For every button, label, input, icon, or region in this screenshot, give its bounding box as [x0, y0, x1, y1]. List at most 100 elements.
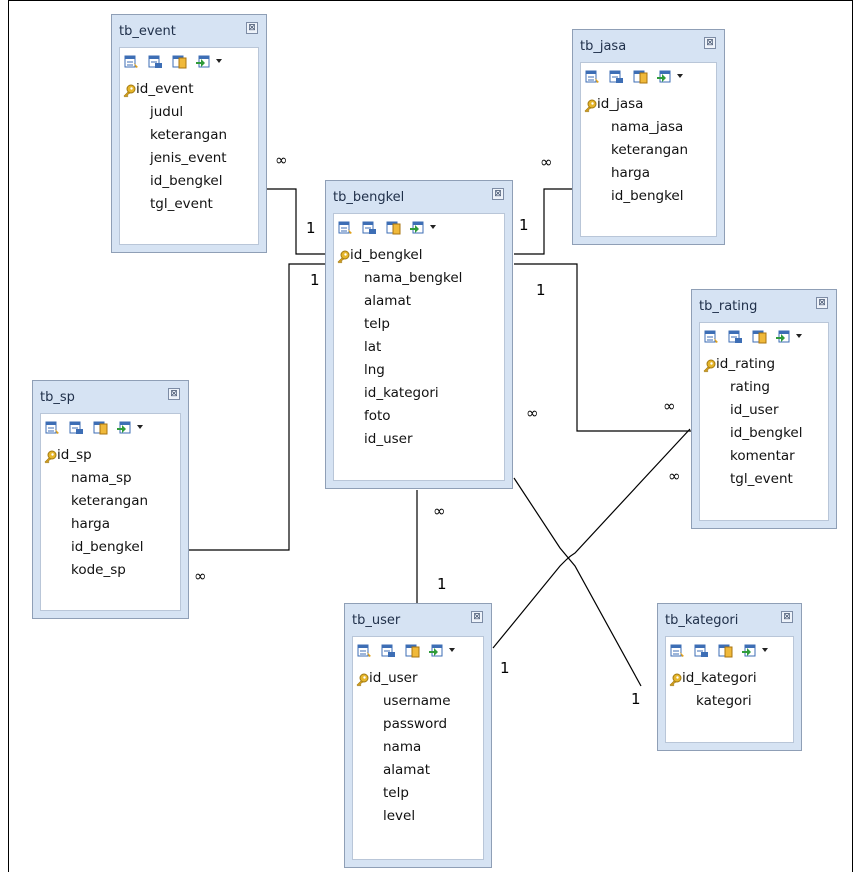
chevron-down-icon[interactable] — [677, 74, 683, 78]
table-tb-user[interactable]: tb_user ⊠ id_user username password nama alama… — [344, 603, 492, 868]
table-title: tb_jasa — [580, 39, 627, 54]
chevron-down-icon[interactable] — [762, 648, 768, 652]
chevron-down-icon[interactable] — [796, 334, 802, 338]
field-row[interactable]: id_bengkel — [581, 185, 716, 208]
field-row[interactable]: keterangan — [41, 490, 180, 513]
index-icon[interactable] — [386, 220, 401, 235]
field-row[interactable]: kategori — [666, 690, 793, 713]
card-sp-many: ∞ — [194, 567, 207, 585]
add-field-icon[interactable] — [704, 329, 719, 343]
close-icon[interactable]: ⊠ — [168, 388, 180, 400]
field-row[interactable]: tgl_event — [120, 193, 258, 216]
field-row[interactable]: id_user — [700, 399, 828, 422]
table-tb-sp[interactable]: tb_sp ⊠ id_sp nama_sp keterangan harga id_beng… — [32, 380, 189, 619]
export-icon[interactable] — [117, 420, 132, 434]
primary-key-field[interactable]: id_sp — [41, 444, 180, 467]
field-row[interactable]: kode_sp — [41, 559, 180, 582]
field-row[interactable]: keterangan — [120, 124, 258, 147]
index-icon[interactable] — [93, 420, 108, 435]
table-tb-jasa[interactable]: tb_jasa ⊠ id_jasa nama_jasa keterangan harga i… — [572, 29, 725, 245]
export-icon[interactable] — [776, 329, 791, 343]
field-row[interactable]: id_bengkel — [700, 422, 828, 445]
close-icon[interactable]: ⊠ — [471, 611, 483, 623]
field-row[interactable]: judul — [120, 101, 258, 124]
field-row[interactable]: komentar — [700, 445, 828, 468]
close-icon[interactable]: ⊠ — [704, 37, 716, 49]
primary-key-field[interactable]: id_kategori — [666, 667, 793, 690]
field-row[interactable]: rating — [700, 376, 828, 399]
field-row[interactable]: foto — [334, 405, 504, 428]
add-field-icon[interactable] — [338, 220, 353, 234]
export-icon[interactable] — [410, 220, 425, 234]
export-icon[interactable] — [657, 69, 672, 83]
field-row[interactable]: jenis_event — [120, 147, 258, 170]
field-row[interactable]: tgl_event — [700, 468, 828, 491]
primary-key-field[interactable]: id_jasa — [581, 93, 716, 116]
field-name: telp — [383, 785, 409, 801]
field-row[interactable]: nama — [353, 736, 483, 759]
table-tb-event[interactable]: tb_event ⊠ id_event judul keterangan jenis_ev… — [111, 14, 267, 253]
table-tb-bengkel[interactable]: tb_bengkel ⊠ id_bengkel nama_bengkel alamat t… — [325, 180, 513, 489]
field-row[interactable]: telp — [353, 782, 483, 805]
edit-field-icon[interactable] — [609, 69, 624, 83]
index-icon[interactable] — [718, 643, 733, 658]
close-icon[interactable]: ⊠ — [492, 188, 504, 200]
export-icon[interactable] — [196, 54, 211, 68]
export-icon[interactable] — [429, 643, 444, 657]
field-row[interactable]: nama_jasa — [581, 116, 716, 139]
field-name: telp — [364, 316, 390, 332]
index-icon[interactable] — [633, 69, 648, 84]
chevron-down-icon[interactable] — [216, 59, 222, 63]
close-icon[interactable]: ⊠ — [816, 297, 828, 309]
add-field-icon[interactable] — [670, 643, 685, 657]
export-icon[interactable] — [742, 643, 757, 657]
field-list: id_eventjudul keterangan jenis_event id_ben… — [120, 78, 258, 216]
field-row[interactable]: password — [353, 713, 483, 736]
close-icon[interactable]: ⊠ — [781, 611, 793, 623]
add-field-icon[interactable] — [585, 69, 600, 83]
close-icon[interactable]: ⊠ — [246, 22, 258, 34]
edit-field-icon[interactable] — [362, 220, 377, 234]
edit-field-icon[interactable] — [694, 643, 709, 657]
field-name: id_user — [730, 402, 779, 418]
table-tb-kategori[interactable]: tb_kategori ⊠ id_kategori kategori — [657, 603, 802, 751]
primary-key-field[interactable]: id_rating — [700, 353, 828, 376]
field-row[interactable]: alamat — [334, 290, 504, 313]
primary-key-field[interactable]: id_bengkel — [334, 244, 504, 267]
field-row[interactable]: id_user — [334, 428, 504, 451]
add-field-icon[interactable] — [124, 54, 139, 68]
field-row[interactable]: lat — [334, 336, 504, 359]
field-row[interactable]: alamat — [353, 759, 483, 782]
field-row[interactable]: id_kategori — [334, 382, 504, 405]
edit-field-icon[interactable] — [69, 420, 84, 434]
index-icon[interactable] — [752, 329, 767, 344]
field-row[interactable]: nama_sp — [41, 467, 180, 490]
add-field-icon[interactable] — [357, 643, 372, 657]
edit-field-icon[interactable] — [728, 329, 743, 343]
edit-field-icon[interactable] — [148, 54, 163, 68]
field-row[interactable]: username — [353, 690, 483, 713]
field-name: rating — [730, 379, 770, 395]
field-row[interactable]: lng — [334, 359, 504, 382]
field-row[interactable]: harga — [41, 513, 180, 536]
table-tb-rating[interactable]: tb_rating ⊠ id_rating rating id_user id_bengk… — [691, 289, 837, 529]
field-row[interactable]: harga — [581, 162, 716, 185]
edit-field-icon[interactable] — [381, 643, 396, 657]
field-row[interactable]: id_bengkel — [41, 536, 180, 559]
index-icon[interactable] — [405, 643, 420, 658]
field-name: judul — [150, 104, 184, 120]
index-icon[interactable] — [172, 54, 187, 69]
primary-key-icon — [668, 672, 682, 687]
chevron-down-icon[interactable] — [430, 225, 436, 229]
add-field-icon[interactable] — [45, 420, 60, 434]
field-list: id_bengkel nama_bengkel alamat telp lat lng id… — [334, 244, 504, 451]
primary-key-field[interactable]: id_user — [353, 667, 483, 690]
field-row[interactable]: telp — [334, 313, 504, 336]
field-row[interactable]: nama_bengkel — [334, 267, 504, 290]
primary-key-field[interactable]: id_event — [120, 78, 258, 101]
chevron-down-icon[interactable] — [137, 425, 143, 429]
field-row[interactable]: id_bengkel — [120, 170, 258, 193]
chevron-down-icon[interactable] — [449, 648, 455, 652]
field-row[interactable]: level — [353, 805, 483, 828]
field-row[interactable]: keterangan — [581, 139, 716, 162]
